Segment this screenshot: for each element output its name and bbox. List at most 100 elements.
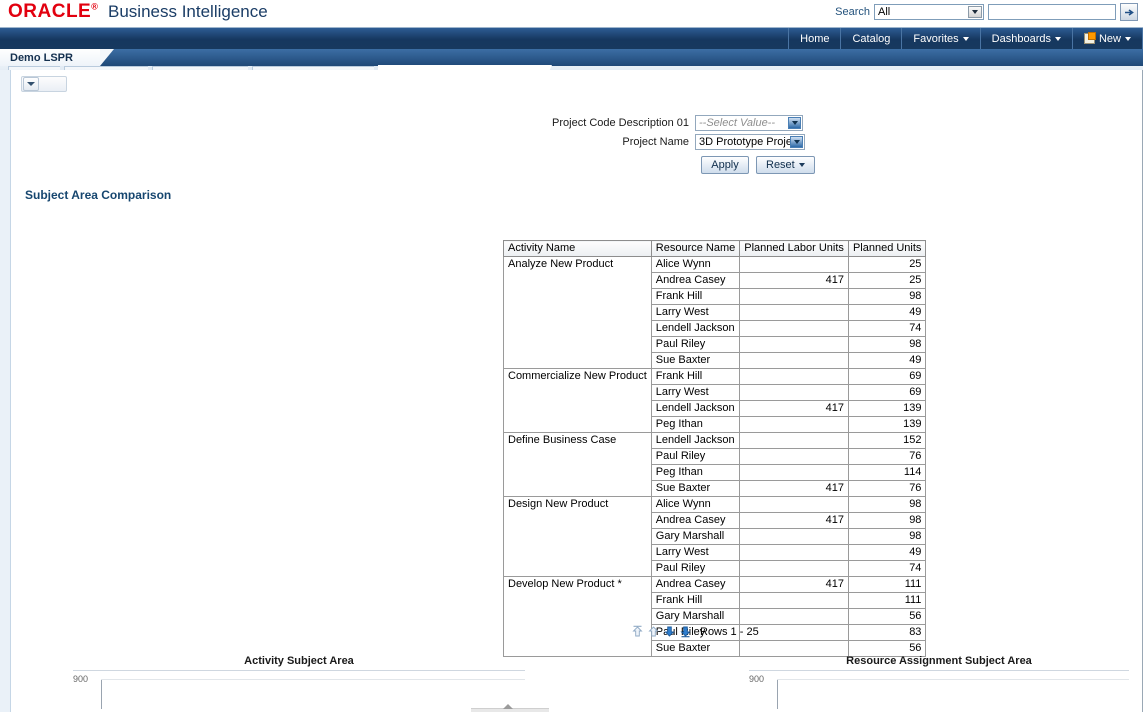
cell-planned-units: 139 [847,400,927,417]
cell-resource-name: Lendell Jackson [650,432,741,449]
cell-resource-name: Frank Hill [650,288,741,305]
project-name-select[interactable]: 3D Prototype Project [695,134,805,150]
cell-planned-units: 56 [847,608,927,625]
cell-planned-labor-units [739,528,849,545]
chart-plot-area: 900 [749,674,1129,712]
previous-page-up-icon[interactable] [647,625,660,638]
cell-planned-labor-units: 417 [739,480,849,497]
chart-horizontal-scrollbar[interactable] [471,704,549,712]
cell-planned-units: 25 [847,256,927,273]
chevron-down-icon [1125,36,1131,41]
chevron-down-icon[interactable] [790,136,803,148]
dashboard-name: Demo LSPR [10,51,73,64]
nav-item-dashboards[interactable]: Dashboards [979,28,1072,49]
cell-resource-name: Sue Baxter [650,480,741,497]
search-area: Search All [835,3,1138,21]
cell-resource-name: Peg Ithan [650,464,741,481]
cell-resource-name: Lendell Jackson [650,320,741,337]
chevron-down-icon [798,163,805,167]
cell-planned-labor-units [739,608,849,625]
nav-item-new[interactable]: New [1071,28,1143,49]
last-page-down-icon[interactable] [679,625,692,638]
nav-item-catalog[interactable]: Catalog [840,28,901,49]
search-input[interactable] [988,4,1116,20]
dashboard-name-tab[interactable]: Demo LSPR [0,49,114,66]
apply-button[interactable]: Apply [701,156,749,174]
cell-resource-name: Alice Wynn [650,256,741,273]
cell-planned-labor-units [739,352,849,369]
chart-top-gridline [101,679,525,680]
column-header-activity-name[interactable]: Activity Name [503,240,652,257]
cell-resource-name: Lendell Jackson [650,400,741,417]
chevron-down-icon[interactable] [788,117,801,129]
cell-planned-labor-units: 417 [739,272,849,289]
cell-planned-units: 76 [847,480,927,497]
nav-item-label: Catalog [852,32,891,45]
next-page-down-icon[interactable] [663,625,676,638]
cell-planned-units: 49 [847,352,927,369]
prompt-buttons: Apply Reset [701,156,1142,174]
pager-rows-label: Rows 1 - 25 [700,625,759,638]
project-code-description-select[interactable]: --Select Value-- [695,115,803,131]
cell-planned-units: 74 [847,560,927,577]
chart-y-tick: 900 [73,674,89,684]
column-header-planned-labor-units[interactable]: Planned Labor Units [739,240,849,257]
dashboard-content: Project Code Description 01 --Select Val… [0,70,1143,712]
cell-planned-labor-units [739,432,849,449]
chart-y-axis [101,679,102,709]
cell-resource-name: Andrea Casey [650,512,741,529]
chart-title: Activity Subject Area [244,655,354,667]
search-label: Search [835,6,870,18]
cell-planned-labor-units [739,448,849,465]
cell-resource-name: Paul Riley [650,560,741,577]
dashboard-content-inner: Project Code Description 01 --Select Val… [10,70,1142,712]
cell-activity-name: Develop New Product * [503,576,652,657]
column-header-planned-units[interactable]: Planned Units [847,240,927,257]
cell-activity-name: Analyze New Product [503,256,652,369]
chevron-down-icon[interactable] [968,6,982,18]
cell-planned-units: 49 [847,544,927,561]
cell-planned-units: 98 [847,512,927,529]
nav-item-home[interactable]: Home [788,28,840,49]
cell-planned-labor-units [739,384,849,401]
collapse-section-button[interactable] [23,77,39,91]
cell-planned-units: 139 [847,416,927,433]
cell-planned-units: 111 [847,592,927,609]
cell-resource-name: Larry West [650,544,741,561]
table-row: Analyze New Product Alice Wynn 25 [503,256,927,369]
subject-area-comparison-table: Activity Name Resource Name Planned Labo… [503,240,927,657]
cell-planned-labor-units: 417 [739,400,849,417]
cell-planned-labor-units [739,336,849,353]
reset-button-label: Reset [766,159,795,171]
cell-planned-units: 152 [847,432,927,449]
search-scope-value: All [878,6,891,18]
chart-top-gridline [777,679,1129,680]
table-pager: Rows 1 - 25 [631,625,759,638]
cell-planned-labor-units [739,560,849,577]
chart-title-divider [749,670,1129,671]
cell-planned-labor-units [739,320,849,337]
search-go-button[interactable] [1120,3,1138,21]
chart-title: Resource Assignment Subject Area [846,655,1032,667]
chart-resource-assignment-subject-area: Resource Assignment Subject Area 900 [749,655,1129,712]
dashboard-strip: Demo LSPR [0,49,1143,66]
table-row: Define Business Case Lendell Jackson 152 [503,432,927,497]
subject-area-comparison-table-wrapper: Activity Name Resource Name Planned Labo… [503,240,927,657]
column-header-resource-name[interactable]: Resource Name [650,240,741,257]
cell-planned-units: 98 [847,528,927,545]
cell-resource-name: Paul Riley [650,448,741,465]
cell-planned-units: 76 [847,448,927,465]
search-scope-select[interactable]: All [874,4,984,20]
chart-activity-subject-area: Activity Subject Area 900 [73,655,549,712]
first-page-up-icon[interactable] [631,625,644,638]
cell-planned-units: 111 [847,576,927,593]
nav-item-favorites[interactable]: Favorites [901,28,979,49]
global-nav-items: Home Catalog Favorites Dashboards New [788,28,1143,49]
nav-item-label: Dashboards [991,32,1051,45]
cell-planned-units: 114 [847,464,927,481]
reset-button[interactable]: Reset [756,156,815,174]
cell-planned-labor-units: 417 [739,512,849,529]
oracle-logo-trademark: ® [91,1,99,12]
cell-planned-units: 49 [847,304,927,321]
project-code-description-value: --Select Value-- [699,117,776,129]
